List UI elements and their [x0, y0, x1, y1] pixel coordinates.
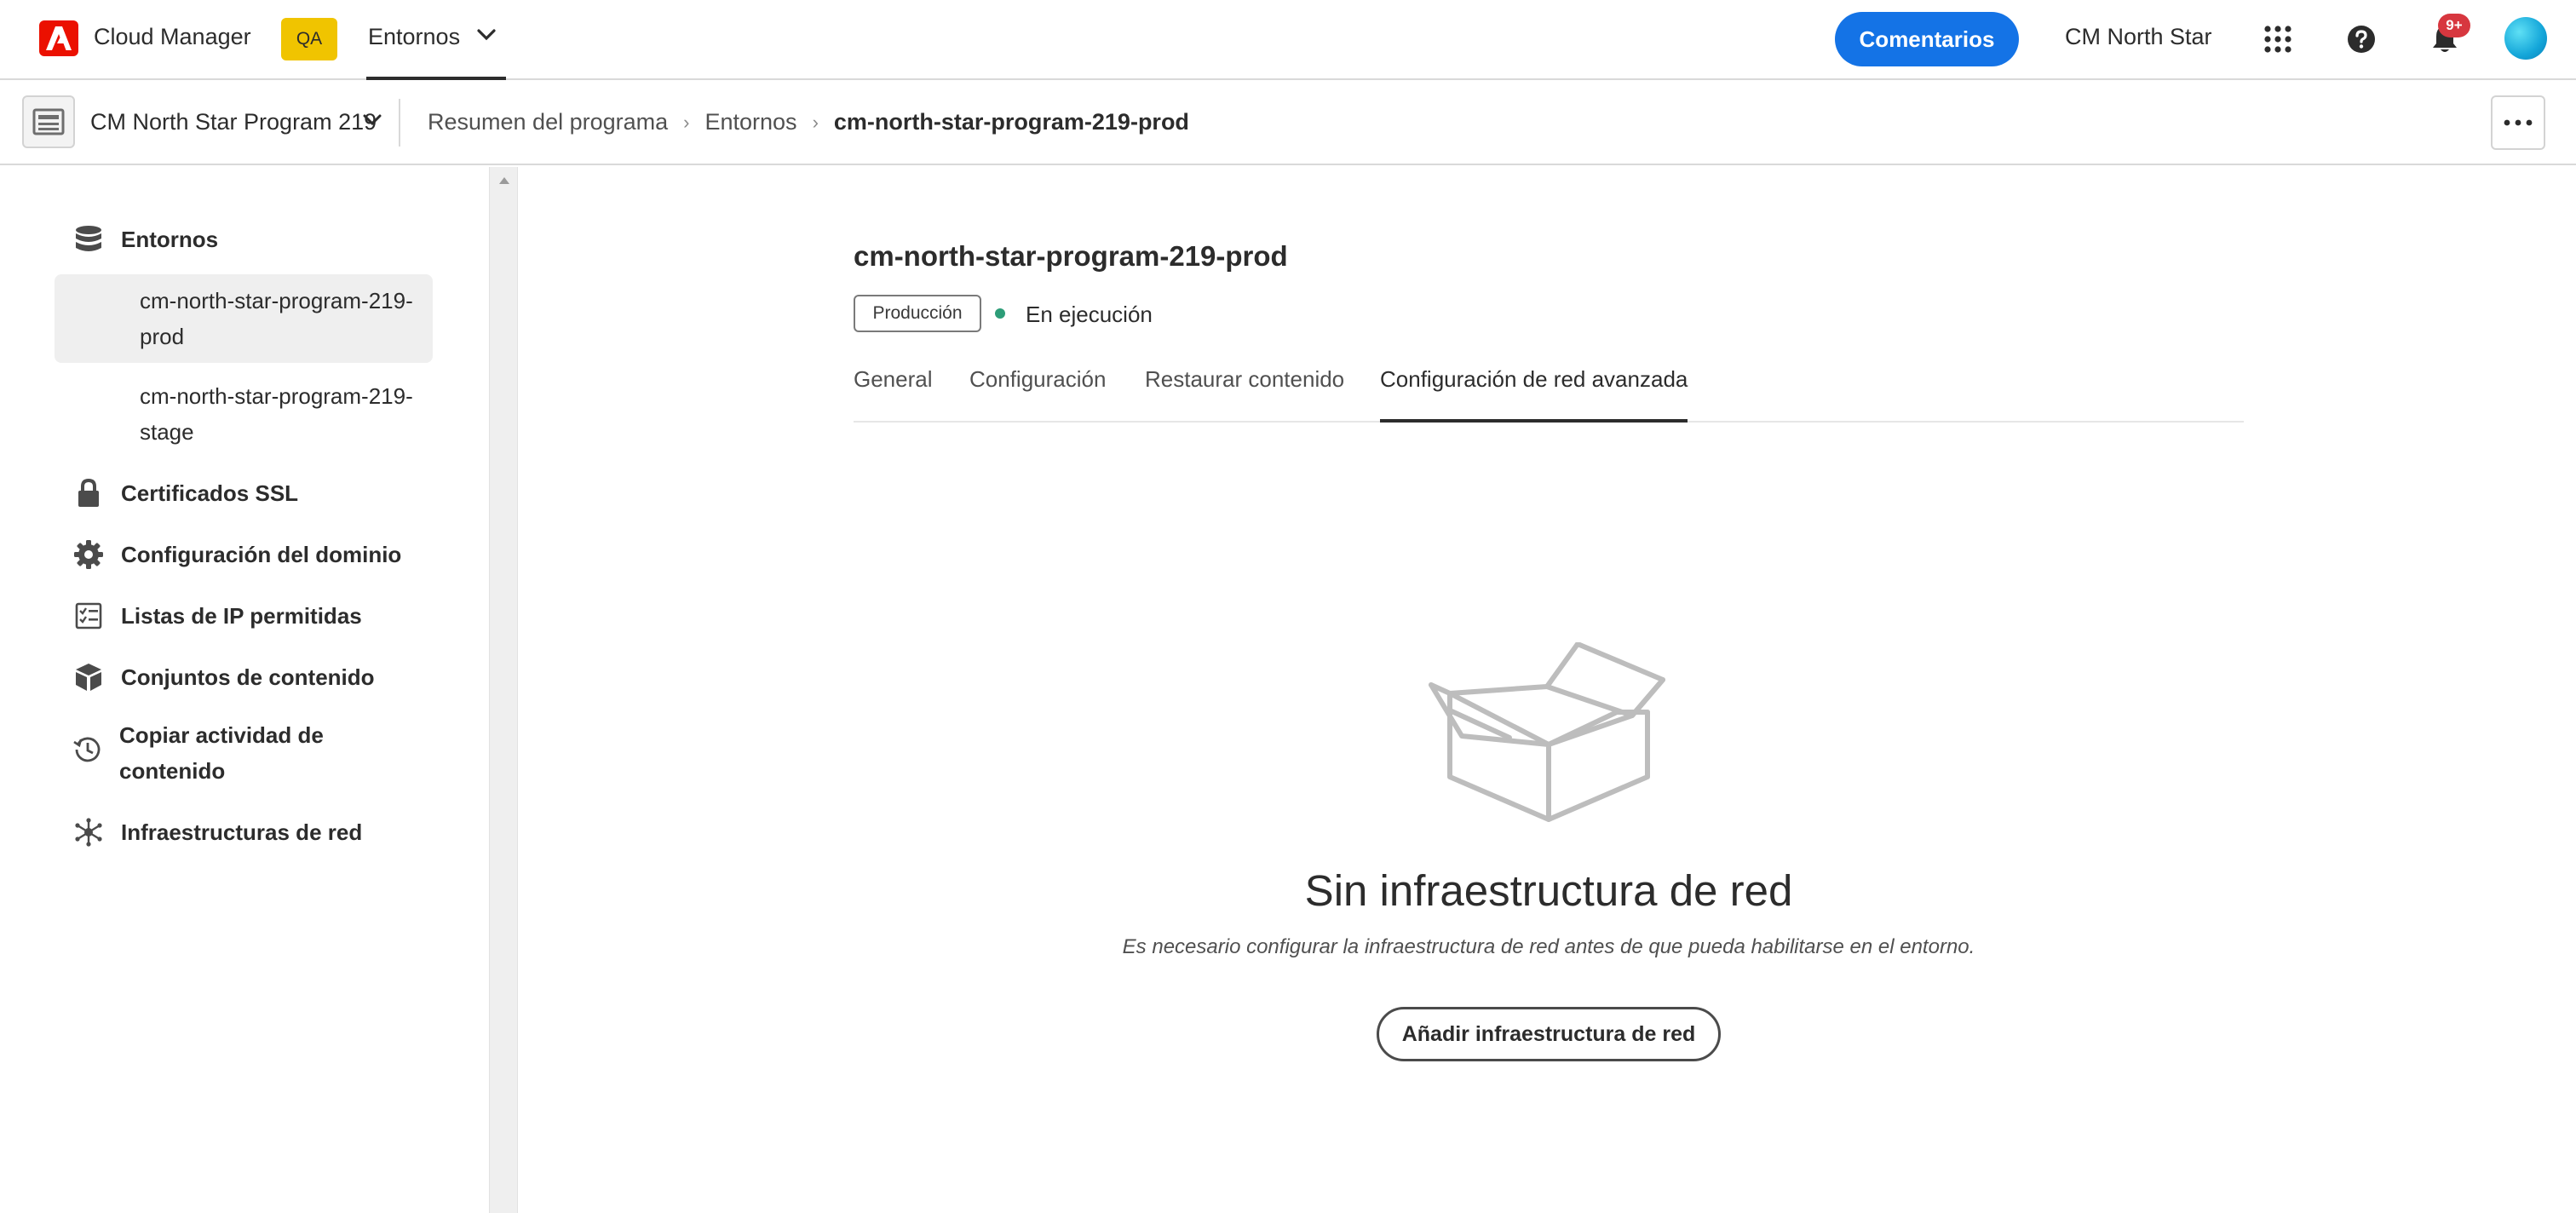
environment-tabs: General Configuración Restaurar contenid… [854, 365, 2244, 423]
sidebar-item-label: Infraestructuras de red [121, 819, 363, 845]
breadcrumb: Resumen del programa › Entornos › cm-nor… [428, 109, 1189, 135]
chevron-down-icon [477, 29, 496, 45]
more-icon [2504, 119, 2533, 126]
sidebar-item-ssl-certificates[interactable]: Certificados SSL [73, 475, 298, 511]
program-icon[interactable] [22, 95, 75, 148]
chevron-right-icon: › [812, 111, 819, 133]
sidebar-item-label: Certificados SSL [121, 480, 299, 506]
gear-icon [73, 539, 104, 570]
tab-configuration[interactable]: Configuración [969, 366, 1106, 423]
sidebar-item-label: Listas de IP permitidas [121, 603, 362, 629]
breadcrumb-environments[interactable]: Entornos [704, 109, 796, 135]
page-title: cm-north-star-program-219-prod [854, 240, 1288, 272]
program-switcher[interactable]: CM North Star Program 219 [90, 109, 377, 135]
sidebar-item-network-infrastructures[interactable]: Infraestructuras de red [73, 814, 362, 850]
chevron-down-icon[interactable] [363, 114, 382, 130]
adobe-logo-icon[interactable] [39, 20, 78, 56]
feedback-button[interactable]: Comentarios [1835, 12, 2019, 66]
environment-type-tag: Producción [854, 295, 981, 332]
sidebar-item-copy-content-activity[interactable]: Copiar actividad de contenido [73, 717, 329, 789]
tab-restore-content[interactable]: Restaurar contenido [1145, 366, 1344, 423]
divider [399, 99, 400, 147]
chevron-right-icon: › [683, 111, 690, 133]
status-text: En ejecución [1026, 302, 1153, 327]
sidebar: Entornos cm-north-star-program-219-prod … [0, 167, 489, 1213]
program-bar: CM North Star Program 219 Resumen del pr… [0, 80, 2576, 165]
org-switcher[interactable]: CM North Star [2065, 24, 2212, 50]
top-header: Cloud Manager QA Entornos Comentarios CM… [0, 0, 2576, 80]
environment-switcher-label: Entornos [368, 24, 461, 49]
empty-state-description: Es necesario configurar la infraestructu… [1122, 935, 1975, 958]
sidebar-item-ip-allow-lists[interactable]: Listas de IP permitidas [73, 598, 362, 634]
sidebar-item-label: Entornos [121, 227, 219, 252]
sidebar-env-stage[interactable]: cm-north-star-program-219-stage [55, 370, 433, 458]
sidebar-item-content-sets[interactable]: Conjuntos de contenido [73, 659, 375, 695]
empty-state-title: Sin infraestructura de red [1304, 866, 1793, 915]
environment-switcher[interactable]: Entornos [366, 0, 506, 80]
history-icon [73, 734, 102, 765]
open-box-icon [1428, 641, 1675, 831]
sidebar-item-label: Copiar actividad de contenido [119, 722, 324, 784]
network-icon [73, 817, 104, 848]
breadcrumb-current-environment: cm-north-star-program-219-prod [833, 109, 1189, 135]
lock-icon [73, 478, 104, 509]
env-badge: QA [281, 18, 337, 60]
help-icon[interactable] [2343, 20, 2380, 58]
add-network-infrastructure-button[interactable]: Añadir infraestructura de red [1377, 1007, 1721, 1061]
sidebar-env-prod[interactable]: cm-north-star-program-219-prod [55, 274, 433, 363]
sidebar-scrollbar[interactable] [489, 167, 518, 1213]
sidebar-item-label: Configuración del dominio [121, 542, 402, 567]
more-actions-button[interactable] [2491, 95, 2545, 150]
breadcrumb-program-overview[interactable]: Resumen del programa [428, 109, 668, 135]
sidebar-item-environments[interactable]: Entornos [73, 221, 218, 257]
box-icon [73, 662, 104, 693]
user-avatar[interactable] [2504, 17, 2547, 60]
app-name[interactable]: Cloud Manager [94, 24, 251, 50]
tab-advanced-network-configuration[interactable]: Configuración de red avanzada [1380, 366, 1688, 423]
apps-grid-icon[interactable] [2259, 20, 2297, 58]
sidebar-item-domain-settings[interactable]: Configuración del dominio [73, 537, 401, 572]
scroll-up-arrow-icon[interactable] [498, 174, 510, 189]
checklist-icon [73, 601, 104, 631]
sidebar-item-label: Conjuntos de contenido [121, 664, 375, 690]
notification-count-badge: 9+ [2438, 14, 2470, 37]
database-icon [73, 224, 104, 255]
status-indicator [995, 308, 1005, 319]
tab-general[interactable]: General [854, 366, 933, 423]
